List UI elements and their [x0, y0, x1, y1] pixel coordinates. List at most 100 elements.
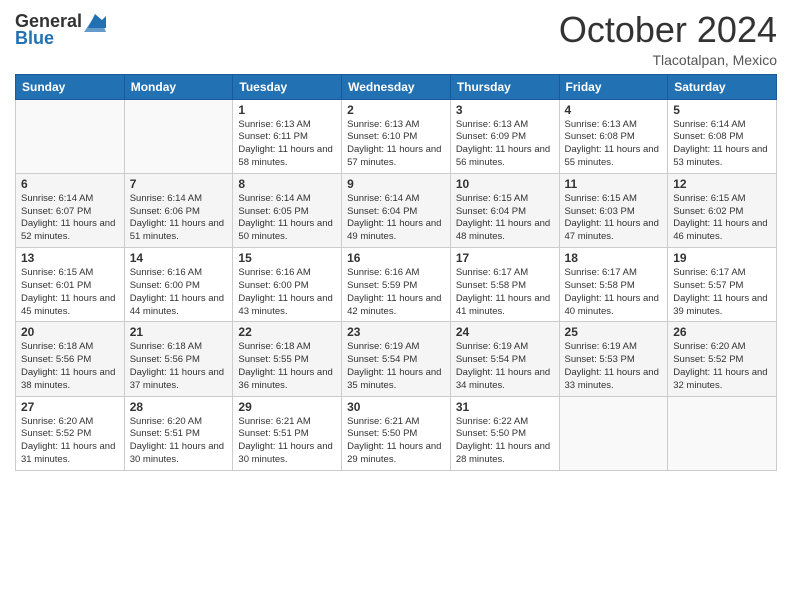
calendar-cell: 18 Sunrise: 6:17 AMSunset: 5:58 PMDayligh…: [559, 248, 668, 322]
day-info: Sunrise: 6:17 AMSunset: 5:58 PMDaylight:…: [456, 267, 554, 318]
day-info: Sunrise: 6:14 AMSunset: 6:06 PMDaylight:…: [130, 193, 228, 244]
day-info: Sunrise: 6:16 AMSunset: 6:00 PMDaylight:…: [238, 267, 336, 318]
calendar-cell: 3 Sunrise: 6:13 AMSunset: 6:09 PMDaylight…: [450, 99, 559, 173]
days-header-row: SundayMondayTuesdayWednesdayThursdayFrid…: [16, 74, 777, 99]
calendar-cell: 1 Sunrise: 6:13 AMSunset: 6:11 PMDaylight…: [233, 99, 342, 173]
day-number: 24: [456, 325, 554, 339]
calendar-cell: 7 Sunrise: 6:14 AMSunset: 6:06 PMDaylight…: [124, 173, 233, 247]
day-header-thursday: Thursday: [450, 74, 559, 99]
page: General Blue October 2024 Tlacotalpan, M…: [0, 0, 792, 612]
calendar-cell: 30Sunrise: 6:21 AMSunset: 5:50 PMDayligh…: [342, 396, 451, 470]
day-number: 9: [347, 177, 445, 191]
day-header-sunday: Sunday: [16, 74, 125, 99]
day-info: Sunrise: 6:18 AMSunset: 5:56 PMDaylight:…: [21, 341, 119, 392]
day-number: 3: [456, 103, 554, 117]
calendar-cell: 6 Sunrise: 6:14 AMSunset: 6:07 PMDaylight…: [16, 173, 125, 247]
day-number: 11: [565, 177, 663, 191]
header: General Blue October 2024 Tlacotalpan, M…: [15, 10, 777, 68]
calendar-cell: 27 Sunrise: 6:20 AMSunset: 5:52 PMDayligh…: [16, 396, 125, 470]
week-row-3: 13 Sunrise: 6:15 AMSunset: 6:01 PMDayligh…: [16, 248, 777, 322]
calendar-cell: 20 Sunrise: 6:18 AMSunset: 5:56 PMDayligh…: [16, 322, 125, 396]
day-number: 14: [130, 251, 228, 265]
day-info: Sunrise: 6:18 AMSunset: 5:55 PMDaylight:…: [238, 341, 336, 392]
calendar-cell: 4 Sunrise: 6:13 AMSunset: 6:08 PMDaylight…: [559, 99, 668, 173]
calendar-cell: 23 Sunrise: 6:19 AMSunset: 5:54 PMDayligh…: [342, 322, 451, 396]
day-info: Sunrise: 6:14 AMSunset: 6:05 PMDaylight:…: [238, 193, 336, 244]
day-header-monday: Monday: [124, 74, 233, 99]
calendar-cell: 8 Sunrise: 6:14 AMSunset: 6:05 PMDaylight…: [233, 173, 342, 247]
day-info: Sunrise: 6:13 AMSunset: 6:08 PMDaylight:…: [565, 119, 663, 170]
day-header-saturday: Saturday: [668, 74, 777, 99]
calendar: SundayMondayTuesdayWednesdayThursdayFrid…: [15, 74, 777, 471]
day-info: Sunrise: 6:16 AMSunset: 5:59 PMDaylight:…: [347, 267, 445, 318]
logo-icon: [84, 10, 106, 32]
day-info: Sunrise: 6:20 AMSunset: 5:52 PMDaylight:…: [21, 416, 119, 467]
calendar-cell: [124, 99, 233, 173]
day-number: 2: [347, 103, 445, 117]
day-number: 20: [21, 325, 119, 339]
calendar-cell: 31 Sunrise: 6:22 AMSunset: 5:50 PMDayligh…: [450, 396, 559, 470]
calendar-cell: 29Sunrise: 6:21 AMSunset: 5:51 PMDayligh…: [233, 396, 342, 470]
calendar-cell: 22 Sunrise: 6:18 AMSunset: 5:55 PMDayligh…: [233, 322, 342, 396]
title-section: October 2024 Tlacotalpan, Mexico: [559, 10, 777, 68]
calendar-cell: [668, 396, 777, 470]
day-number: 22: [238, 325, 336, 339]
day-number: 17: [456, 251, 554, 265]
day-info: Sunrise: 6:15 AMSunset: 6:02 PMDaylight:…: [673, 193, 771, 244]
calendar-cell: 2 Sunrise: 6:13 AMSunset: 6:10 PMDaylight…: [342, 99, 451, 173]
day-info: Sunrise: 6:20 AMSunset: 5:51 PMDaylight:…: [130, 416, 228, 467]
day-number: 23: [347, 325, 445, 339]
week-row-1: 1 Sunrise: 6:13 AMSunset: 6:11 PMDaylight…: [16, 99, 777, 173]
day-info: Sunrise: 6:20 AMSunset: 5:52 PMDaylight:…: [673, 341, 771, 392]
calendar-cell: 28Sunrise: 6:20 AMSunset: 5:51 PMDayligh…: [124, 396, 233, 470]
logo: General Blue: [15, 10, 106, 49]
day-number: 18: [565, 251, 663, 265]
calendar-cell: 11Sunrise: 6:15 AMSunset: 6:03 PMDayligh…: [559, 173, 668, 247]
day-info: Sunrise: 6:17 AMSunset: 5:58 PMDaylight:…: [565, 267, 663, 318]
day-info: Sunrise: 6:15 AMSunset: 6:01 PMDaylight:…: [21, 267, 119, 318]
day-number: 5: [673, 103, 771, 117]
day-info: Sunrise: 6:19 AMSunset: 5:54 PMDaylight:…: [347, 341, 445, 392]
week-row-5: 27 Sunrise: 6:20 AMSunset: 5:52 PMDayligh…: [16, 396, 777, 470]
day-info: Sunrise: 6:15 AMSunset: 6:04 PMDaylight:…: [456, 193, 554, 244]
day-number: 16: [347, 251, 445, 265]
day-info: Sunrise: 6:17 AMSunset: 5:57 PMDaylight:…: [673, 267, 771, 318]
day-number: 30: [347, 400, 445, 414]
day-number: 6: [21, 177, 119, 191]
subtitle: Tlacotalpan, Mexico: [559, 52, 777, 68]
day-number: 19: [673, 251, 771, 265]
calendar-cell: 26Sunrise: 6:20 AMSunset: 5:52 PMDayligh…: [668, 322, 777, 396]
day-number: 7: [130, 177, 228, 191]
calendar-cell: 10 Sunrise: 6:15 AMSunset: 6:04 PMDayligh…: [450, 173, 559, 247]
day-number: 8: [238, 177, 336, 191]
calendar-cell: 5 Sunrise: 6:14 AMSunset: 6:08 PMDaylight…: [668, 99, 777, 173]
day-number: 10: [456, 177, 554, 191]
day-info: Sunrise: 6:13 AMSunset: 6:11 PMDaylight:…: [238, 119, 336, 170]
calendar-cell: 15 Sunrise: 6:16 AMSunset: 6:00 PMDayligh…: [233, 248, 342, 322]
day-number: 15: [238, 251, 336, 265]
calendar-cell: 16 Sunrise: 6:16 AMSunset: 5:59 PMDayligh…: [342, 248, 451, 322]
day-info: Sunrise: 6:14 AMSunset: 6:07 PMDaylight:…: [21, 193, 119, 244]
week-row-2: 6 Sunrise: 6:14 AMSunset: 6:07 PMDaylight…: [16, 173, 777, 247]
calendar-cell: 25Sunrise: 6:19 AMSunset: 5:53 PMDayligh…: [559, 322, 668, 396]
day-info: Sunrise: 6:19 AMSunset: 5:54 PMDaylight:…: [456, 341, 554, 392]
day-info: Sunrise: 6:16 AMSunset: 6:00 PMDaylight:…: [130, 267, 228, 318]
day-number: 31: [456, 400, 554, 414]
calendar-cell: 24 Sunrise: 6:19 AMSunset: 5:54 PMDayligh…: [450, 322, 559, 396]
day-header-friday: Friday: [559, 74, 668, 99]
day-info: Sunrise: 6:22 AMSunset: 5:50 PMDaylight:…: [456, 416, 554, 467]
day-info: Sunrise: 6:21 AMSunset: 5:51 PMDaylight:…: [238, 416, 336, 467]
week-row-4: 20 Sunrise: 6:18 AMSunset: 5:56 PMDayligh…: [16, 322, 777, 396]
day-info: Sunrise: 6:13 AMSunset: 6:09 PMDaylight:…: [456, 119, 554, 170]
calendar-cell: 21Sunrise: 6:18 AMSunset: 5:56 PMDayligh…: [124, 322, 233, 396]
day-number: 4: [565, 103, 663, 117]
calendar-cell: [16, 99, 125, 173]
calendar-cell: 19 Sunrise: 6:17 AMSunset: 5:57 PMDayligh…: [668, 248, 777, 322]
day-info: Sunrise: 6:13 AMSunset: 6:10 PMDaylight:…: [347, 119, 445, 170]
day-number: 13: [21, 251, 119, 265]
day-info: Sunrise: 6:14 AMSunset: 6:08 PMDaylight:…: [673, 119, 771, 170]
month-title: October 2024: [559, 10, 777, 50]
day-header-wednesday: Wednesday: [342, 74, 451, 99]
day-number: 27: [21, 400, 119, 414]
day-number: 1: [238, 103, 336, 117]
